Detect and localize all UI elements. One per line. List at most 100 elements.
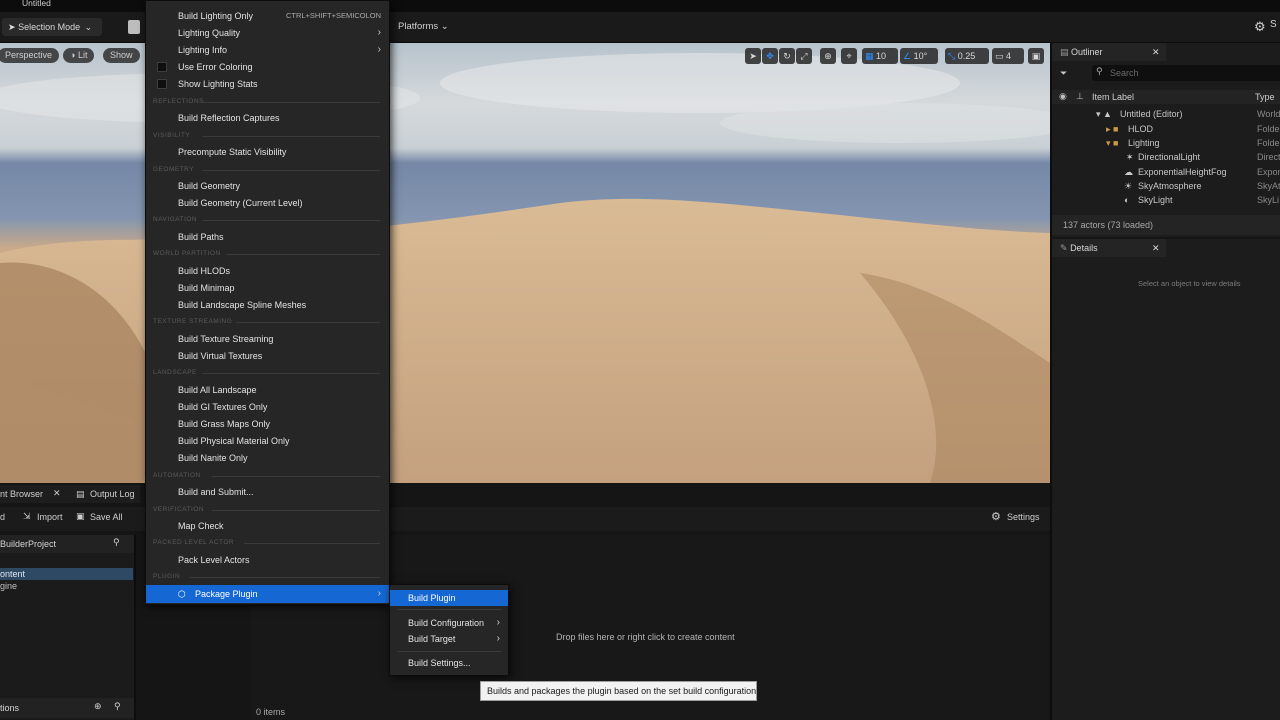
tree-item-engine[interactable]: gine (0, 581, 17, 591)
save-all-button[interactable]: Save All (90, 512, 123, 522)
surface-snap-icon[interactable]: ⌖ (841, 48, 857, 64)
scale-snap-toggle[interactable]: ⤡ 0.25 (945, 48, 989, 64)
menu-item-label: Use Error Coloring (178, 62, 253, 72)
close-icon[interactable]: ✕ (1152, 43, 1160, 61)
import-icon: ⇲ (23, 511, 31, 521)
chevron-right-icon: › (377, 27, 381, 38)
search-input[interactable]: ⚲ Search (1092, 65, 1280, 81)
tab-content-browser[interactable]: nt Browser ✕ ▤ Output Log (0, 485, 140, 503)
submenu-item-build-target[interactable]: Build Target › (390, 631, 508, 647)
platforms-label: Platforms (398, 21, 439, 32)
menu-item-lighting-quality[interactable]: Lighting Quality › (146, 25, 389, 41)
add-button[interactable]: d (0, 512, 5, 522)
section-landscape: LANDSCAPE (153, 369, 197, 376)
tree-item-content[interactable]: ontent (0, 568, 133, 580)
tree-row[interactable]: ☀ SkyAtmosphere SkyAt (1052, 179, 1280, 193)
camera-speed-button[interactable]: ▭ 4 (992, 48, 1024, 64)
menu-item-build-all-landscape[interactable]: Build All Landscape (146, 382, 389, 398)
gear-icon[interactable]: ⚙ (991, 510, 1001, 523)
section-divider (202, 373, 380, 374)
world-space-icon[interactable]: ⊕ (820, 48, 836, 64)
menu-item-build-minimap[interactable]: Build Minimap (146, 280, 389, 296)
menu-item-build-lighting-only[interactable]: Build Lighting Only CTRL+SHIFT+SEMICOLON (146, 8, 389, 24)
menu-item-build-gi-textures-only[interactable]: Build GI Textures Only (146, 399, 389, 415)
grid-snap-value: 10 (876, 51, 887, 61)
chevron-right-icon: › (496, 633, 500, 644)
chevron-down-icon: ⌄ (84, 22, 93, 32)
filter-icon[interactable]: ⏷ (1060, 68, 1067, 79)
column-item-label[interactable]: Item Label (1092, 92, 1134, 102)
search-icon[interactable]: ⚲ (114, 701, 121, 712)
folder-icon: ▸ ■ (1106, 124, 1119, 134)
tab-outliner[interactable]: ▤ Outliner ✕ (1052, 43, 1166, 61)
selection-mode-dropdown[interactable]: ➤ Selection Mode ⌄ (2, 18, 102, 36)
tree-row-label: SkyLight (1138, 195, 1173, 205)
checkbox-icon[interactable] (157, 79, 167, 89)
menu-item-map-check[interactable]: Map Check (146, 518, 389, 534)
content-settings-button[interactable]: Settings (1007, 512, 1040, 522)
menu-item-build-virtual-textures[interactable]: Build Virtual Textures (146, 348, 389, 364)
close-icon[interactable]: ✕ (53, 488, 61, 499)
column-type[interactable]: Type (1255, 92, 1275, 102)
menu-item-build-and-submit[interactable]: Build and Submit... (146, 484, 389, 500)
grid-snap-toggle[interactable]: ▦ 10 (862, 48, 898, 64)
tree-row[interactable]: ▾ ▲ Untitled (Editor) World (1052, 107, 1280, 121)
menu-item-pack-level-actors[interactable]: Pack Level Actors (146, 552, 389, 568)
perspective-button[interactable]: Perspective (0, 48, 60, 63)
submenu-item-build-plugin[interactable]: Build Plugin (390, 590, 508, 606)
menu-item-use-error-coloring[interactable]: Use Error Coloring (146, 59, 389, 75)
tab-details[interactable]: ✎ Details ✕ (1052, 239, 1166, 257)
menu-item-label: Map Check (178, 521, 224, 531)
section-automation: AUTOMATION (153, 472, 201, 479)
menu-item-label: Package Plugin (195, 589, 258, 599)
close-icon[interactable]: ✕ (1152, 239, 1160, 257)
tree-row-type: World (1257, 109, 1280, 119)
tree-row[interactable]: ◐ SkyLight SkyLi (1052, 193, 1280, 207)
translate-icon[interactable]: ✥ (762, 48, 778, 64)
tree-row[interactable]: ✶ DirectionalLight Direct (1052, 150, 1280, 164)
show-button[interactable]: Show (103, 48, 140, 63)
add-actor-icon[interactable] (128, 20, 140, 34)
settings-label-partial[interactable]: S (1270, 19, 1277, 30)
scale-icon[interactable]: ⤢ (796, 48, 812, 64)
submenu-item-label: Build Configuration (408, 618, 485, 628)
sky-light-icon: ◐ (1124, 195, 1130, 205)
menu-item-build-paths[interactable]: Build Paths (146, 229, 389, 245)
tree-row[interactable]: ▾ ■ Lighting Folder (1052, 136, 1280, 150)
menu-item-build-physical-material-only[interactable]: Build Physical Material Only (146, 433, 389, 449)
menu-item-build-grass-maps-only[interactable]: Build Grass Maps Only (146, 416, 389, 432)
tree-row[interactable]: ▸ ■ HLOD Folder (1052, 122, 1280, 136)
menu-item-build-texture-streaming[interactable]: Build Texture Streaming (146, 331, 389, 347)
menu-item-build-hlods[interactable]: Build HLODs (146, 263, 389, 279)
submenu-item-label: Build Plugin (408, 593, 456, 603)
submenu-item-build-settings[interactable]: Build Settings... (390, 655, 508, 671)
rotation-snap-toggle[interactable]: ∠ 10° (900, 48, 938, 64)
menu-item-precompute-static-visibility[interactable]: Precompute Static Visibility (146, 144, 389, 160)
submenu-item-build-configuration[interactable]: Build Configuration › (390, 615, 508, 631)
tree-row[interactable]: ☁ ExponentialHeightFog Expon (1052, 165, 1280, 179)
menu-item-build-geometry[interactable]: Build Geometry (146, 178, 389, 194)
platforms-dropdown[interactable]: Platforms ⌄ (398, 18, 449, 36)
tab-output-log[interactable]: Output Log (90, 489, 135, 499)
lit-button[interactable]: ◑ Lit (63, 48, 95, 63)
menu-item-show-lighting-stats[interactable]: Show Lighting Stats (146, 76, 389, 92)
menu-item-build-nanite-only[interactable]: Build Nanite Only (146, 450, 389, 466)
menu-item-lighting-info[interactable]: Lighting Info › (146, 42, 389, 58)
tree-row-label: DirectionalLight (1138, 152, 1201, 162)
menu-item-label: Lighting Info (178, 45, 228, 55)
gear-icon[interactable]: ⚙ (1254, 19, 1266, 35)
folder-open-icon: ▾ ■ (1106, 138, 1119, 148)
search-icon[interactable]: ⚲ (113, 537, 120, 548)
build-menu: Build Lighting Only CTRL+SHIFT+SEMICOLON… (145, 0, 390, 605)
menu-item-build-geometry-current-level[interactable]: Build Geometry (Current Level) (146, 195, 389, 211)
import-button[interactable]: Import (37, 512, 63, 522)
select-mode-icon[interactable]: ➤ (745, 48, 761, 64)
menu-item-package-plugin[interactable]: ⬡ Package Plugin › (146, 585, 389, 603)
menu-item-build-reflection-captures[interactable]: Build Reflection Captures (146, 110, 389, 126)
checkbox-icon[interactable] (157, 62, 167, 72)
menu-item-build-landscape-spline-meshes[interactable]: Build Landscape Spline Meshes (146, 297, 389, 313)
chevron-right-icon: › (377, 44, 381, 55)
maximize-viewport-icon[interactable]: ▣ (1028, 48, 1044, 64)
add-collection-icon[interactable]: ⊕ (94, 701, 102, 712)
rotate-icon[interactable]: ↻ (779, 48, 795, 64)
